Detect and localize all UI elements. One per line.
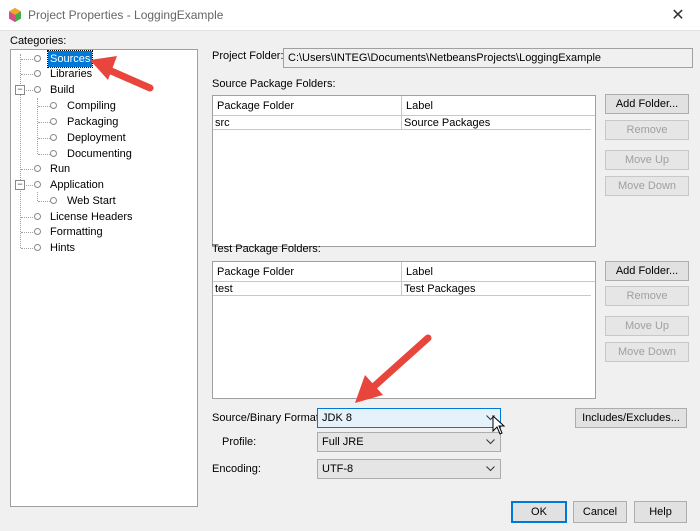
annotation-arrow-icon <box>355 334 432 403</box>
annotation-arrows <box>90 56 506 435</box>
annotation-arrow-icon <box>90 56 154 92</box>
mouse-pointer-icon <box>492 414 506 435</box>
